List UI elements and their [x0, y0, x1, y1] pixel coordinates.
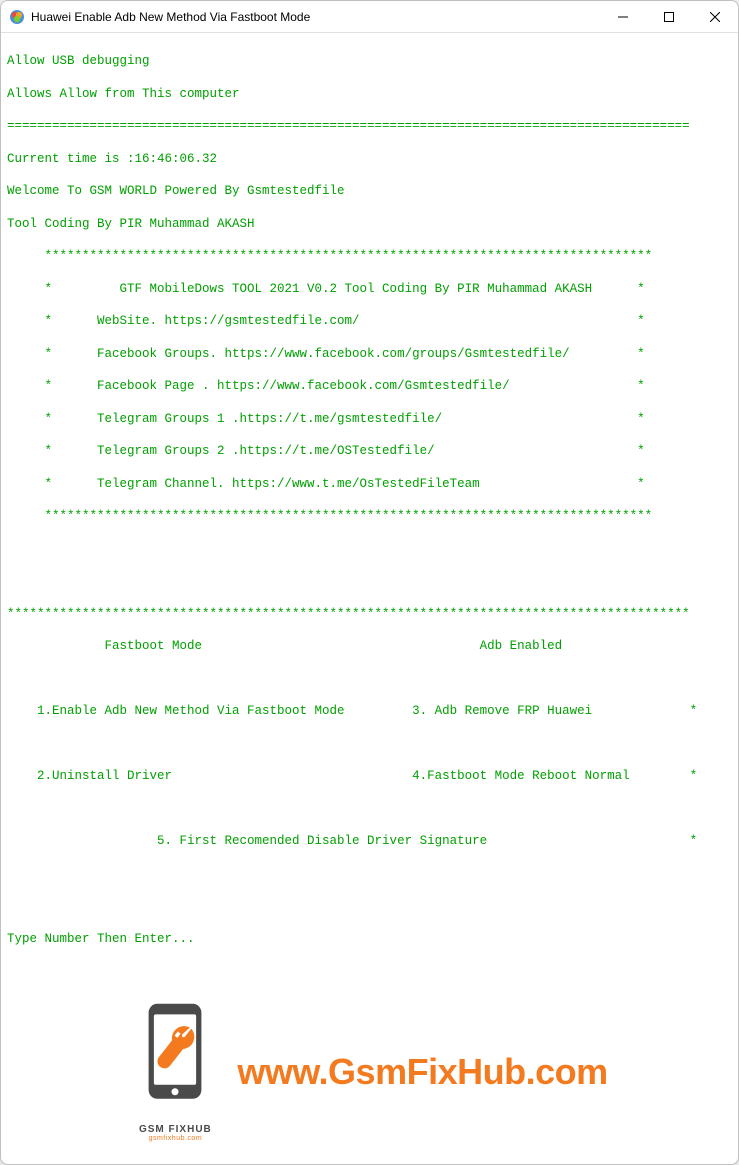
- term-banner: * WebSite. https://gsmtestedfile.com/ *: [7, 313, 732, 329]
- term-blank: [7, 898, 732, 914]
- term-blank: [7, 736, 732, 752]
- minimize-icon: [618, 12, 628, 22]
- term-prompt[interactable]: Type Number Then Enter...: [7, 931, 732, 947]
- term-blank: [7, 671, 732, 687]
- term-menu-option: 5. First Recomended Disable Driver Signa…: [7, 833, 732, 849]
- term-line: Allows Allow from This computer: [7, 86, 732, 102]
- term-blank: [7, 866, 732, 882]
- term-blank: [7, 801, 732, 817]
- minimize-button[interactable]: [600, 1, 646, 33]
- close-button[interactable]: [692, 1, 738, 33]
- watermark: GSM FIXHUB gsmfixhub.com www.GsmFixHub.c…: [1, 984, 738, 1164]
- term-menu-option: 1.Enable Adb New Method Via Fastboot Mod…: [7, 703, 732, 719]
- watermark-url: www.GsmFixHub.com: [237, 1051, 607, 1093]
- term-separator: ****************************************…: [7, 606, 732, 622]
- maximize-icon: [664, 12, 674, 22]
- titlebar: Huawei Enable Adb New Method Via Fastboo…: [1, 1, 738, 33]
- term-blank: [7, 541, 732, 557]
- logo-label: GSM FIXHUB: [131, 1124, 219, 1135]
- term-banner: * Telegram Channel. https://www.t.me/OsT…: [7, 476, 732, 492]
- maximize-button[interactable]: [646, 1, 692, 33]
- term-menu-option: 2.Uninstall Driver 4.Fastboot Mode Reboo…: [7, 768, 732, 784]
- term-line: Allow USB debugging: [7, 53, 732, 69]
- term-banner: * GTF MobileDows TOOL 2021 V0.2 Tool Cod…: [7, 281, 732, 297]
- term-separator: ========================================…: [7, 118, 732, 134]
- gsmfixhub-logo: GSM FIXHUB gsmfixhub.com: [131, 1002, 219, 1142]
- app-window: Huawei Enable Adb New Method Via Fastboo…: [0, 0, 739, 1165]
- term-line: Welcome To GSM WORLD Powered By Gsmteste…: [7, 183, 732, 199]
- term-banner: * Telegram Groups 1 .https://t.me/gsmtes…: [7, 411, 732, 427]
- window-controls: [600, 1, 738, 33]
- term-banner: * Facebook Groups. https://www.facebook.…: [7, 346, 732, 362]
- term-line: Current time is :16:46:06.32: [7, 151, 732, 167]
- terminal-output: Allow USB debugging Allows Allow from Th…: [1, 33, 738, 984]
- logo-sublabel: gsmfixhub.com: [131, 1135, 219, 1142]
- term-line: Tool Coding By PIR Muhammad AKASH: [7, 216, 732, 232]
- term-modes-header: Fastboot Mode Adb Enabled: [7, 638, 732, 654]
- term-blank: [7, 573, 732, 589]
- term-banner: * Facebook Page . https://www.facebook.c…: [7, 378, 732, 394]
- window-title: Huawei Enable Adb New Method Via Fastboo…: [31, 10, 600, 24]
- term-banner: * Telegram Groups 2 .https://t.me/OSTest…: [7, 443, 732, 459]
- term-starline: ****************************************…: [7, 248, 732, 264]
- term-starline: ****************************************…: [7, 508, 732, 524]
- phone-wrench-icon: [131, 1002, 219, 1116]
- app-icon: [9, 9, 25, 25]
- close-icon: [710, 12, 720, 22]
